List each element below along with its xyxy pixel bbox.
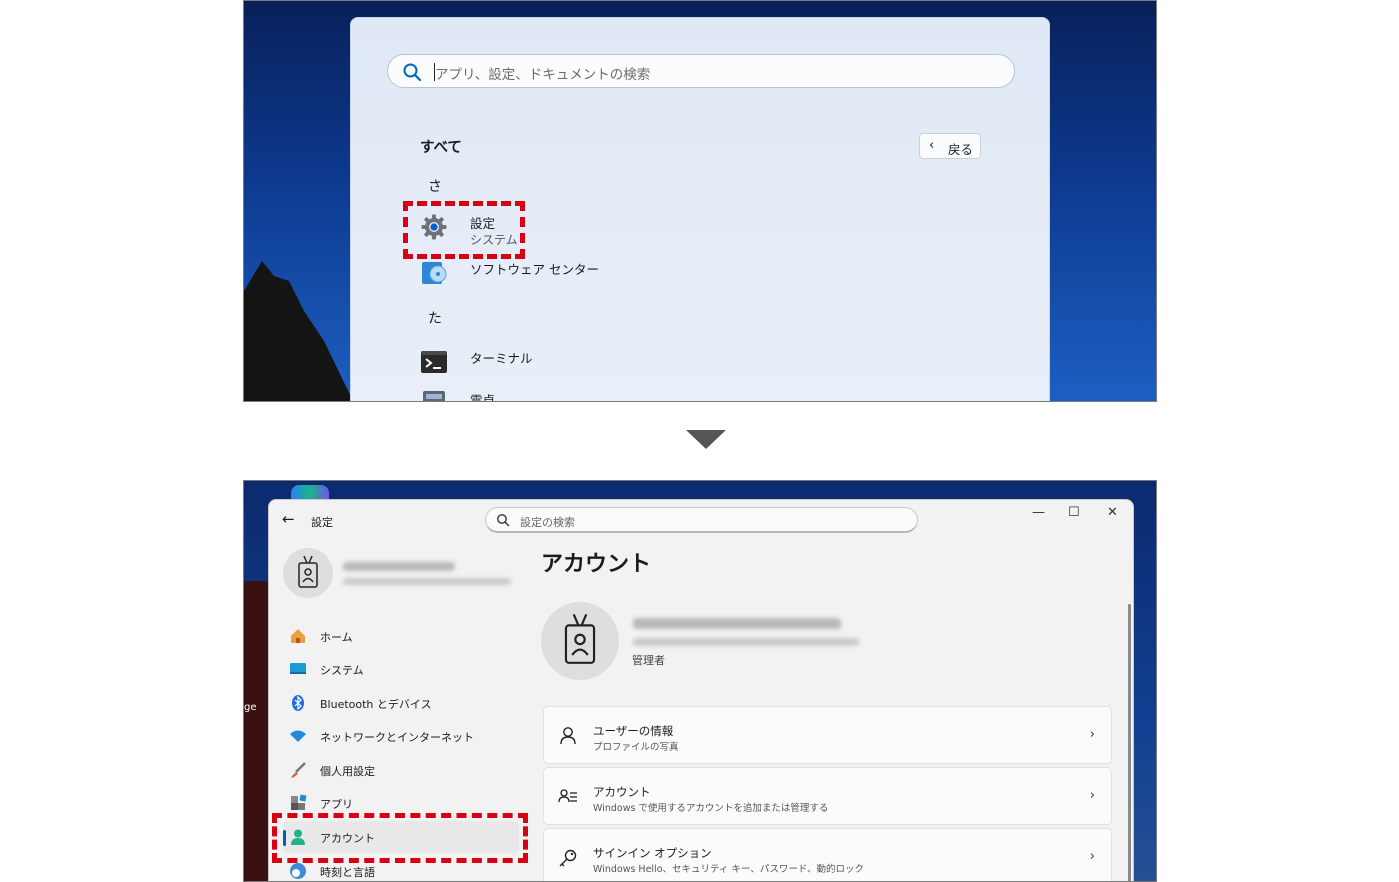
sidebar-item-label: アプリ xyxy=(320,798,353,811)
start-search-box[interactable]: アプリ、設定、ドキュメントの検索 xyxy=(387,54,1015,88)
sidebar-item-system[interactable]: システム xyxy=(283,653,519,685)
search-icon xyxy=(497,514,510,527)
chevron-right-icon: › xyxy=(1089,727,1095,742)
app-name: 電卓 xyxy=(470,393,496,402)
settings-search-box[interactable]: 設定の検索 xyxy=(485,507,918,533)
search-icon xyxy=(403,63,422,82)
chevron-left-icon: ‹ xyxy=(929,138,935,153)
card-sign-in-options[interactable]: サインイン オプション Windows Hello、セキュリティ キー、パスワー… xyxy=(543,828,1112,881)
sidebar-item-personalization[interactable]: 個人用設定 xyxy=(283,754,519,786)
mountain-silhouette xyxy=(244,261,354,401)
sidebar-item-label: Bluetooth とデバイス xyxy=(320,698,432,711)
avatar[interactable] xyxy=(541,602,619,680)
bluetooth-icon xyxy=(292,695,304,711)
sidebar-item-home[interactable]: ホーム xyxy=(283,620,519,652)
settings-window: ← 設定 設定の検索 — ☐ ✕ ホーム システム Bluetooth とデバイ… xyxy=(268,499,1134,881)
blurred-account-email xyxy=(633,638,859,646)
sidebar-item-label: 時刻と言語 xyxy=(320,866,375,879)
back-button-label: 戻る xyxy=(948,142,974,157)
card-title: ユーザーの情報 xyxy=(593,724,674,738)
user-info-icon xyxy=(560,727,576,745)
back-button[interactable]: ‹ 戻る xyxy=(919,133,981,159)
desktop-icon-label: ge xyxy=(244,702,257,713)
software-center-icon xyxy=(422,262,447,284)
start-search-placeholder: アプリ、設定、ドキュメントの検索 xyxy=(435,67,651,83)
window-title: 設定 xyxy=(311,516,333,529)
sidebar-item-network[interactable]: ネットワークとインターネット xyxy=(283,720,519,752)
settings-search-placeholder: 設定の検索 xyxy=(520,516,575,529)
home-icon xyxy=(291,629,305,643)
start-menu: アプリ、設定、ドキュメントの検索 すべて ‹ 戻る さ 設定 システム ソフトウ… xyxy=(350,17,1050,402)
id-badge-icon xyxy=(564,614,596,664)
calculator-icon xyxy=(423,391,445,401)
accounts-list-icon xyxy=(558,789,577,803)
chevron-right-icon: › xyxy=(1089,849,1095,864)
close-button[interactable]: ✕ xyxy=(1107,505,1118,520)
down-arrow-icon xyxy=(686,430,726,449)
blurred-user-email xyxy=(343,578,511,585)
card-title: アカウント xyxy=(593,785,651,799)
all-apps-heading: すべて xyxy=(420,140,462,156)
avatar[interactable] xyxy=(283,548,333,598)
chevron-right-icon: › xyxy=(1089,788,1095,803)
start-menu-screenshot: アプリ、設定、ドキュメントの検索 すべて ‹ 戻る さ 設定 システム ソフトウ… xyxy=(243,0,1157,402)
group-letter-sa: さ xyxy=(428,179,442,195)
card-subtitle: Windows Hello、セキュリティ キー、パスワード、動的ロック xyxy=(593,864,864,875)
app-name: ターミナル xyxy=(470,351,533,366)
sidebar-item-label: ネットワークとインターネット xyxy=(320,731,474,744)
card-title: サインイン オプション xyxy=(593,846,712,860)
sidebar-item-label: ホーム xyxy=(320,631,353,644)
page-title: アカウント xyxy=(541,552,652,577)
apps-icon xyxy=(291,794,307,810)
sidebar-item-bluetooth[interactable]: Bluetooth とデバイス xyxy=(283,687,519,719)
sidebar-item-label: システム xyxy=(320,664,364,677)
highlight-box-settings xyxy=(403,201,525,259)
card-subtitle: Windows で使用するアカウントを追加または管理する xyxy=(593,803,829,814)
app-name: ソフトウェア センター xyxy=(470,262,599,277)
system-icon xyxy=(290,663,306,674)
terminal-icon xyxy=(421,351,447,373)
wifi-icon xyxy=(290,730,306,742)
back-arrow-icon[interactable]: ← xyxy=(282,510,295,528)
blurred-account-name xyxy=(633,618,841,629)
highlight-box-accounts xyxy=(272,813,528,863)
key-icon xyxy=(559,849,577,867)
card-subtitle: プロファイルの写真 xyxy=(593,742,679,753)
id-badge-icon xyxy=(298,555,318,588)
globe-clock-icon xyxy=(290,863,306,879)
group-letter-ta: た xyxy=(428,311,442,327)
sidebar-item-label: 個人用設定 xyxy=(320,765,375,778)
brush-icon xyxy=(291,762,306,778)
minimize-button[interactable]: — xyxy=(1032,505,1045,520)
scrollbar[interactable] xyxy=(1128,604,1131,881)
settings-screenshot: ge ← 設定 設定の検索 — ☐ ✕ ホーム システム Bluetooth と… xyxy=(243,480,1157,882)
maximize-button[interactable]: ☐ xyxy=(1068,505,1080,520)
card-accounts[interactable]: アカウント Windows で使用するアカウントを追加または管理する › xyxy=(543,767,1112,825)
account-role: 管理者 xyxy=(632,654,665,667)
card-user-info[interactable]: ユーザーの情報 プロファイルの写真 › xyxy=(543,706,1112,764)
blurred-user-name xyxy=(343,562,455,571)
